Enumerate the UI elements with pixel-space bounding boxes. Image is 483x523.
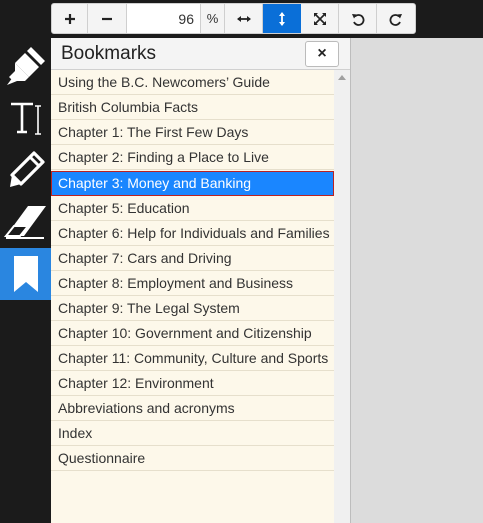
bookmark-item[interactable]: Chapter 7: Cars and Driving (51, 246, 334, 271)
zoom-out-icon (102, 17, 112, 20)
pencil-tool[interactable] (0, 144, 51, 196)
highlighter-tool[interactable] (0, 40, 51, 92)
bookmark-item[interactable]: Chapter 6: Help for Individuals and Fami… (51, 221, 334, 246)
tool-rail (0, 38, 51, 523)
eraser-icon (3, 206, 46, 239)
close-icon: × (317, 45, 327, 62)
bookmark-icon (13, 256, 38, 292)
bookmark-item[interactable]: Chapter 9: The Legal System (51, 296, 334, 321)
zoom-in-icon (64, 13, 75, 24)
bookmark-item[interactable]: Chapter 5: Education (51, 196, 334, 221)
rotate-left-button[interactable] (339, 4, 377, 33)
scroll-up-arrow-icon[interactable] (338, 75, 346, 80)
bookmark-item[interactable]: British Columbia Facts (51, 95, 334, 120)
zoom-unit-label: % (201, 4, 225, 33)
bookmark-item[interactable]: Chapter 2: Finding a Place to Live (51, 145, 334, 170)
bookmark-list-scrollbar[interactable] (334, 70, 350, 523)
bookmark-item[interactable]: Chapter 12: Environment (51, 371, 334, 396)
text-icon (10, 102, 41, 135)
text-tool[interactable] (0, 92, 51, 144)
bookmarks-title: Bookmarks (61, 43, 157, 64)
bookmark-item[interactable]: Chapter 1: The First Few Days (51, 120, 334, 145)
fit-height-icon (278, 11, 285, 26)
bookmarks-header: Bookmarks × (51, 38, 350, 70)
highlighter-icon (6, 47, 45, 85)
bookmark-list: Using the B.C. Newcomers’ Guide British … (51, 70, 334, 523)
bookmark-item[interactable]: Questionnaire (51, 446, 334, 471)
bookmarks-panel: Bookmarks × Using the B.C. Newcomers’ Gu… (51, 38, 351, 523)
pencil-icon (9, 151, 45, 187)
viewer-toolbar: % (51, 3, 416, 34)
bookmarks-tool[interactable] (0, 248, 51, 300)
fit-height-button[interactable] (263, 4, 301, 33)
zoom-in-button[interactable] (52, 4, 88, 33)
bookmark-item[interactable]: Abbreviations and acronyms (51, 396, 334, 421)
zoom-level-input[interactable] (127, 4, 201, 33)
fit-width-button[interactable] (225, 4, 263, 33)
eraser-tool[interactable] (0, 196, 51, 248)
fullscreen-icon (313, 12, 326, 25)
rotate-left-icon (351, 13, 364, 26)
bookmark-item-selected[interactable]: Chapter 3: Money and Banking (51, 171, 334, 196)
bookmark-item[interactable]: Chapter 10: Government and Citizenship (51, 321, 334, 346)
rotate-right-icon (389, 13, 402, 26)
bookmark-item[interactable]: Chapter 11: Community, Culture and Sport… (51, 346, 334, 371)
fullscreen-button[interactable] (301, 4, 339, 33)
zoom-out-button[interactable] (88, 4, 127, 33)
bookmark-item[interactable]: Index (51, 421, 334, 446)
bookmark-item[interactable]: Using the B.C. Newcomers’ Guide (51, 70, 334, 95)
rotate-right-button[interactable] (377, 4, 415, 33)
close-bookmarks-button[interactable]: × (305, 41, 339, 67)
bookmark-item[interactable]: Chapter 8: Employment and Business (51, 271, 334, 296)
document-canvas[interactable] (351, 38, 483, 523)
fit-width-icon (236, 15, 251, 22)
